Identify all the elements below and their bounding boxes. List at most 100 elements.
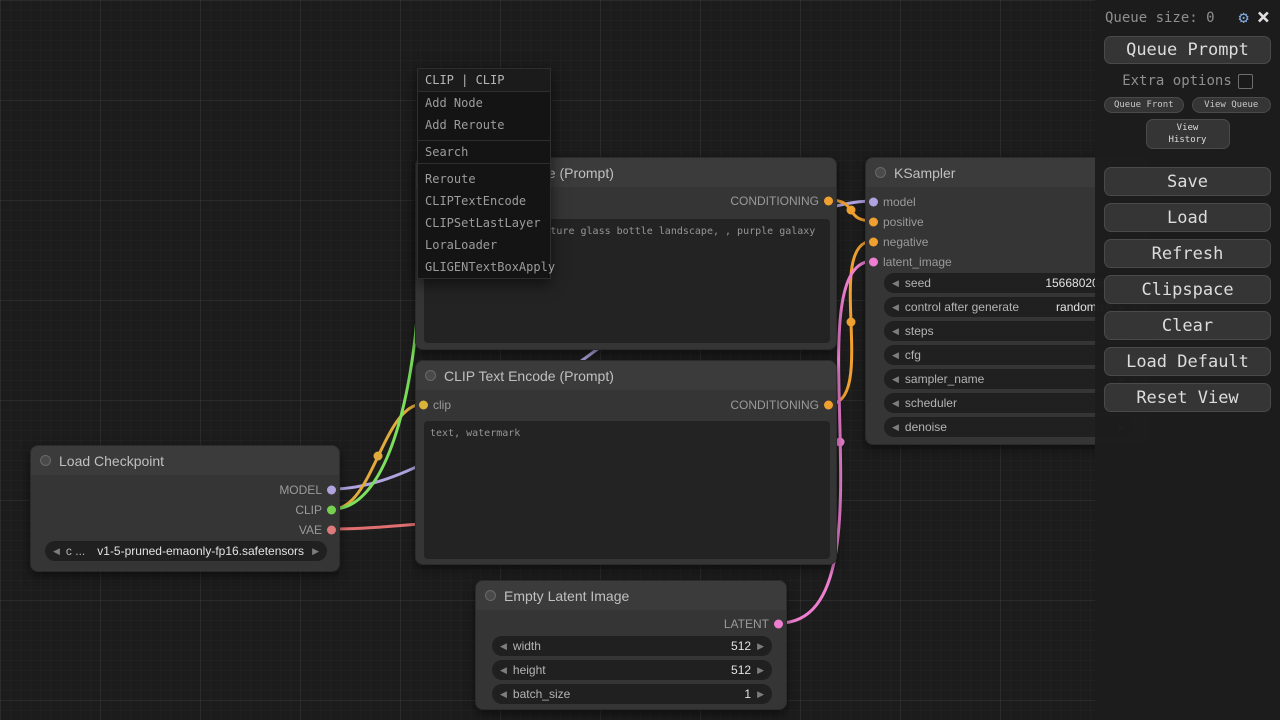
vae-output-dot[interactable] (327, 526, 336, 535)
load-default-button[interactable]: Load Default (1104, 347, 1271, 376)
model-output-dot[interactable] (327, 486, 336, 495)
batch-size-widget[interactable]: ◀ batch_size 1 ▶ (492, 684, 772, 704)
node-title-bar[interactable]: CLIP Text Encode (Prompt) (416, 361, 836, 390)
wire-clip-dot (374, 452, 383, 461)
widget-value[interactable]: 512 (731, 639, 751, 653)
input-label: model (883, 195, 916, 209)
negative-prompt-textarea[interactable]: text, watermark (424, 421, 830, 559)
wire-conditioning-negative-dot (847, 318, 856, 327)
collapse-dot-icon[interactable] (40, 455, 51, 466)
decrement-arrow-icon[interactable]: ◀ (892, 350, 899, 361)
prev-arrow-icon[interactable]: ◀ (53, 546, 60, 557)
widget-value[interactable]: 512 (731, 663, 751, 677)
menu-item-add-reroute[interactable]: Add Reroute (418, 114, 550, 136)
output-label: LATENT (724, 617, 769, 631)
output-label: MODEL (279, 483, 322, 497)
next-arrow-icon[interactable]: ▶ (312, 546, 319, 557)
menu-item-gligentextboxapply[interactable]: GLIGENTextBoxApply (418, 256, 550, 278)
close-menu-icon[interactable]: × (1257, 9, 1270, 27)
latent-output-dot[interactable] (774, 620, 783, 629)
widget-label: steps (905, 324, 934, 338)
decrement-arrow-icon[interactable]: ◀ (500, 689, 507, 700)
menu-button-stack: Save Load Refresh Clipspace Clear Load D… (1095, 167, 1280, 412)
widget-value[interactable]: 1 (744, 687, 751, 701)
collapse-dot-icon[interactable] (485, 590, 496, 601)
menu-item-clipsetlastlayer[interactable]: CLIPSetLastLayer (418, 212, 550, 234)
node-title: Load Checkpoint (59, 453, 164, 469)
output-clip: CLIP (31, 500, 339, 520)
ckpt-name-widget[interactable]: ◀ c ... v1-5-pruned-emaonly-fp16.safeten… (45, 541, 327, 561)
view-history-button[interactable]: View History (1146, 119, 1230, 149)
widget-label: cfg (905, 348, 921, 362)
decrement-arrow-icon[interactable]: ◀ (892, 326, 899, 337)
conditioning-output-dot[interactable] (824, 401, 833, 410)
widget-value[interactable]: v1-5-pruned-emaonly-fp16.safetensors (97, 544, 304, 558)
output-label: CLIP (295, 503, 322, 517)
decrement-arrow-icon[interactable]: ◀ (892, 398, 899, 409)
output-model: MODEL (31, 480, 339, 500)
input-label: positive (883, 215, 924, 229)
menu-item-reroute[interactable]: Reroute (418, 168, 550, 190)
menu-item-loraloader[interactable]: LoraLoader (418, 234, 550, 256)
clipspace-button[interactable]: Clipspace (1104, 275, 1271, 304)
negative-input-dot[interactable] (869, 238, 878, 247)
menu-item-cliptextencode[interactable]: CLIPTextEncode (418, 190, 550, 212)
decrement-arrow-icon[interactable]: ◀ (500, 665, 507, 676)
link-release-context-menu: CLIP | CLIP Add Node Add Reroute Search … (417, 68, 551, 279)
node-clip-text-encode-2[interactable]: CLIP Text Encode (Prompt) clip CONDITION… (415, 360, 837, 565)
context-menu-title: CLIP | CLIP (418, 69, 550, 92)
positive-input-dot[interactable] (869, 218, 878, 227)
decrement-arrow-icon[interactable]: ◀ (892, 302, 899, 313)
widget-label: control after generate (905, 300, 1019, 314)
decrement-arrow-icon[interactable]: ◀ (892, 422, 899, 433)
menu-item-search[interactable]: Search (418, 140, 550, 164)
menu-item-add-node[interactable]: Add Node (418, 92, 550, 114)
node-title-bar[interactable]: Load Checkpoint (31, 446, 339, 475)
node-load-checkpoint[interactable]: Load Checkpoint MODEL CLIP VAE ◀ c ... v… (30, 445, 340, 572)
widget-label: denoise (905, 420, 947, 434)
node-empty-latent-image[interactable]: Empty Latent Image LATENT ◀ width 512 ▶ … (475, 580, 787, 710)
decrement-arrow-icon[interactable]: ◀ (500, 641, 507, 652)
node-title-bar[interactable]: Empty Latent Image (476, 581, 786, 610)
output-conditioning: CONDITIONING (416, 395, 836, 415)
queue-front-button[interactable]: Queue Front (1104, 97, 1184, 113)
width-widget[interactable]: ◀ width 512 ▶ (492, 636, 772, 656)
widget-label: scheduler (905, 396, 957, 410)
input-label: negative (883, 235, 928, 249)
queue-prompt-button[interactable]: Queue Prompt (1104, 36, 1271, 64)
collapse-dot-icon[interactable] (875, 167, 886, 178)
widget-label: batch_size (513, 687, 570, 701)
node-title: KSampler (894, 165, 955, 181)
increment-arrow-icon[interactable]: ▶ (757, 689, 764, 700)
decrement-arrow-icon[interactable]: ◀ (892, 278, 899, 289)
decrement-arrow-icon[interactable]: ◀ (892, 374, 899, 385)
collapse-dot-icon[interactable] (425, 370, 436, 381)
widget-label: height (513, 663, 546, 677)
refresh-button[interactable]: Refresh (1104, 239, 1271, 268)
reset-view-button[interactable]: Reset View (1104, 383, 1271, 412)
extra-options-row: Extra options (1095, 73, 1280, 89)
increment-arrow-icon[interactable]: ▶ (757, 665, 764, 676)
widget-label: seed (905, 276, 931, 290)
node-canvas[interactable]: CLIP Text Encode (Prompt) CONDITIONING b… (0, 0, 1280, 720)
menu-header: Queue size: 0 ⚙ × (1095, 0, 1280, 30)
view-queue-button[interactable]: View Queue (1192, 97, 1272, 113)
conditioning-output-dot[interactable] (824, 197, 833, 206)
clip-output-dot[interactable] (327, 506, 336, 515)
increment-arrow-icon[interactable]: ▶ (757, 641, 764, 652)
latent-image-input-dot[interactable] (869, 258, 878, 267)
output-label: CONDITIONING (730, 194, 819, 208)
load-button[interactable]: Load (1104, 203, 1271, 232)
output-vae: VAE (31, 520, 339, 540)
clear-button[interactable]: Clear (1104, 311, 1271, 340)
extra-options-label: Extra options (1122, 73, 1232, 89)
settings-gear-icon[interactable]: ⚙ (1239, 8, 1249, 28)
wire-clip-drag (333, 228, 421, 509)
save-button[interactable]: Save (1104, 167, 1271, 196)
model-input-dot[interactable] (869, 198, 878, 207)
extra-options-checkbox[interactable] (1238, 74, 1253, 89)
height-widget[interactable]: ◀ height 512 ▶ (492, 660, 772, 680)
comfy-menu-panel: Queue size: 0 ⚙ × Queue Prompt Extra opt… (1095, 0, 1280, 720)
queue-controls-row: Queue Front View Queue (1104, 97, 1271, 113)
output-label: CONDITIONING (730, 398, 819, 412)
